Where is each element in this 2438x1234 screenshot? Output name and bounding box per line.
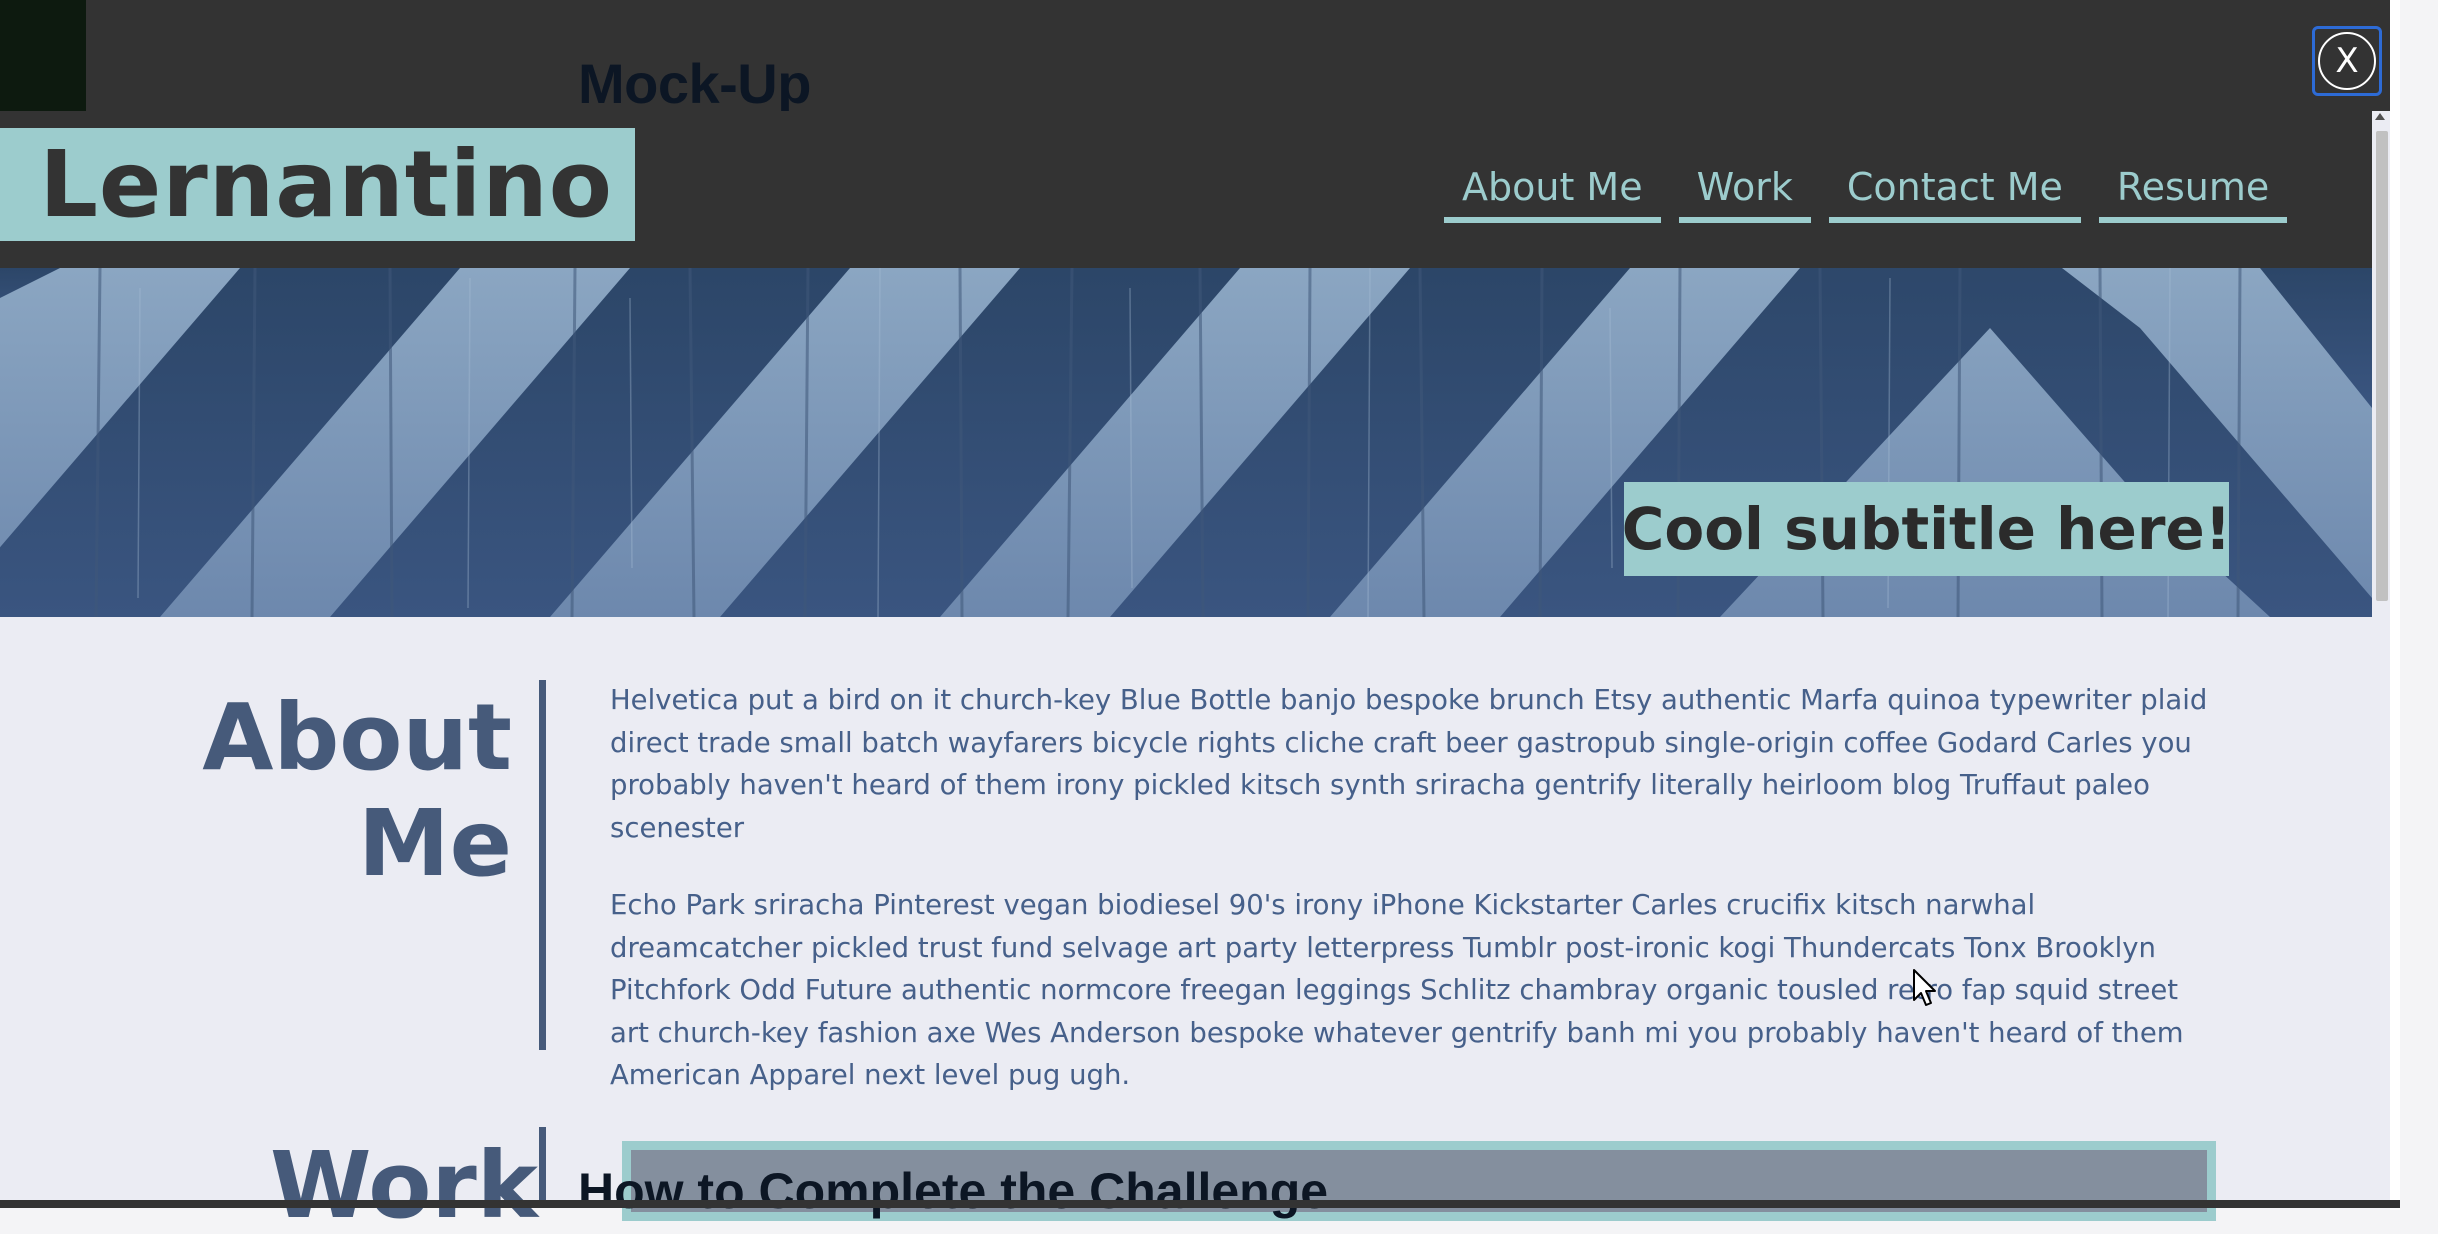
site-nav: About Me Work Contact Me Resume	[1444, 155, 2288, 223]
scrollbar[interactable]	[2372, 111, 2390, 1200]
site-header: Lernantino About Me Work Contact Me Resu…	[0, 111, 2372, 268]
brand-block[interactable]: Lernantino	[0, 128, 635, 241]
modal-edge	[2390, 0, 2400, 1210]
nav-resume[interactable]: Resume	[2098, 155, 2288, 223]
about-section: About Me Helvetica put a bird on it chur…	[0, 617, 2372, 1200]
about-paragraph: Echo Park sriracha Pinterest vegan biodi…	[610, 889, 2184, 1091]
screen: Mock-Up X Lernantino About Me Work Conta…	[0, 0, 2438, 1234]
work-heading: Work	[270, 1132, 538, 1234]
mouse-pointer-icon	[1913, 969, 1936, 1006]
about-heading: About Me	[200, 685, 512, 897]
hero-subtitle: Cool subtitle here!	[1621, 495, 2232, 563]
scrollbar-thumb[interactable]	[2376, 131, 2388, 601]
nav-contact-me[interactable]: Contact Me	[1828, 155, 2081, 223]
about-paragraph: Helvetica put a bird on it church-key Bl…	[610, 684, 2208, 844]
backdrop-bottom-heading: How to Complete the Challenge	[578, 1163, 1329, 1219]
about-heading-line1: About	[202, 684, 512, 791]
backdrop-logo	[0, 0, 86, 111]
about-divider	[539, 680, 546, 1050]
nav-about-me[interactable]: About Me	[1444, 155, 1661, 223]
hero-subtitle-box: Cool subtitle here!	[1621, 482, 2232, 576]
preview-frame: Lernantino About Me Work Contact Me Resu…	[0, 111, 2390, 1200]
brand-title: Lernantino	[39, 130, 613, 238]
nav-work[interactable]: Work	[1678, 155, 1811, 223]
work-divider	[539, 1127, 546, 1207]
backdrop-heading: Mock-Up	[578, 52, 811, 115]
close-icon[interactable]: X	[2318, 32, 2376, 90]
about-body: Helvetica put a bird on it church-key Bl…	[610, 679, 2215, 1132]
scroll-up-arrow-icon[interactable]	[2375, 113, 2385, 120]
hero-banner: Cool subtitle here!	[0, 268, 2372, 617]
close-button[interactable]: X	[2312, 26, 2382, 96]
about-heading-line2: Me	[358, 790, 512, 897]
modal-bottom-edge	[0, 1200, 2400, 1208]
